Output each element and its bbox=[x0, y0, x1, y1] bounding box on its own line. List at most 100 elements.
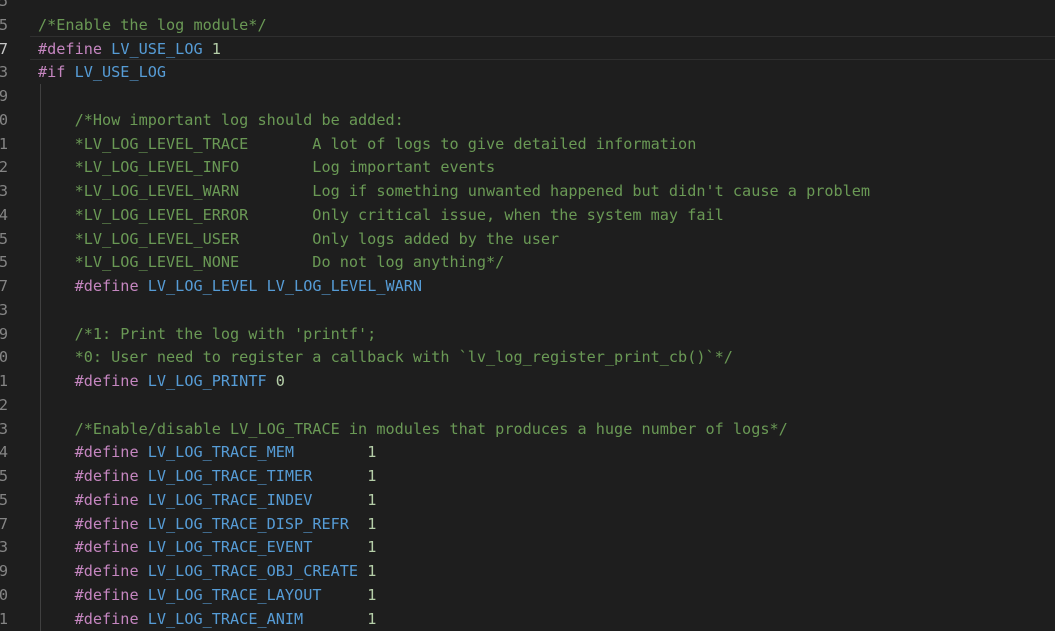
line-code: *LV_LOG_LEVEL_WARN Log if something unwa… bbox=[38, 179, 871, 203]
code-line[interactable]: 5 *LV_LOG_LEVEL_USER Only logs added by … bbox=[0, 227, 1055, 251]
token-ws bbox=[203, 40, 212, 58]
line-code: #define LV_LOG_TRACE_EVENT 1 bbox=[38, 535, 377, 559]
token-macro: LV_LOG_TRACE_TIMER bbox=[147, 467, 313, 485]
code-line[interactable]: 7 #define LV_LOG_TRACE_DISP_REFR 1 bbox=[0, 512, 1055, 536]
token-comment: *LV_LOG_LEVEL_USER Only logs added by th… bbox=[38, 229, 560, 248]
line-number: 3 bbox=[0, 419, 8, 438]
line-number: 4 bbox=[0, 205, 8, 224]
token-num: 1 bbox=[367, 467, 377, 485]
token-ws bbox=[139, 538, 148, 556]
line-number: 0 bbox=[0, 348, 8, 367]
line-code: /*How important log should be added: bbox=[38, 108, 404, 132]
token-macro: LV_LOG_TRACE_EVENT bbox=[147, 538, 313, 557]
code-editor[interactable]: 5 5 /*Enable the log module*/ 7 #define LV_U… bbox=[0, 0, 1055, 631]
code-line[interactable]: 2 bbox=[0, 393, 1055, 417]
token-macro: LV_LOG_PRINTF bbox=[147, 372, 267, 390]
line-number: 3 bbox=[0, 63, 8, 82]
line-number: 1 bbox=[0, 372, 8, 390]
line-number: 2 bbox=[0, 395, 8, 414]
token-directive: #define bbox=[74, 277, 139, 295]
token-ws bbox=[38, 491, 75, 509]
token-num: 1 bbox=[367, 490, 377, 509]
line-number: 1 bbox=[0, 134, 8, 153]
token-ws bbox=[139, 562, 148, 580]
line-number: 5 bbox=[0, 15, 8, 34]
token-ws bbox=[312, 491, 367, 509]
code-line[interactable]: 0 /*How important log should be added: bbox=[0, 108, 1055, 132]
code-line[interactable]: 9 #define LV_LOG_TRACE_OBJ_CREATE 1 bbox=[0, 559, 1055, 583]
token-comment: *LV_LOG_LEVEL_WARN Log if something unwa… bbox=[38, 182, 871, 200]
token-num: 0 bbox=[275, 372, 285, 390]
token-directive: #define bbox=[74, 538, 139, 557]
code-line[interactable]: 1 *LV_LOG_LEVEL_TRACE A lot of logs to g… bbox=[0, 132, 1055, 156]
code-line[interactable]: 5 *LV_LOG_LEVEL_NONE Do not log anything… bbox=[0, 250, 1055, 274]
code-line[interactable]: 4 #define LV_LOG_TRACE_MEM 1 bbox=[0, 440, 1055, 464]
token-macro: LV_LOG_TRACE_LAYOUT bbox=[147, 585, 322, 604]
token-num: 1 bbox=[367, 562, 377, 580]
code-line[interactable]: 5 /*Enable the log module*/ bbox=[0, 13, 1055, 37]
token-ws bbox=[312, 467, 367, 485]
token-ws bbox=[102, 40, 111, 58]
token-num: 1 bbox=[367, 514, 377, 533]
token-comment: *LV_LOG_LEVEL_ERROR Only critical issue,… bbox=[38, 205, 724, 224]
line-code: #define LV_LOG_LEVEL LV_LOG_LEVEL_WARN bbox=[38, 274, 422, 298]
line-code: *0: User need to register a callback wit… bbox=[38, 345, 733, 369]
token-directive: #define bbox=[74, 609, 139, 628]
code-line[interactable]: 3 /*Enable/disable LV_LOG_TRACE in modul… bbox=[0, 417, 1055, 441]
token-ws bbox=[38, 277, 75, 295]
token-comment: *LV_LOG_LEVEL_NONE Do not log anything*/ bbox=[38, 253, 505, 272]
token-ws bbox=[38, 467, 75, 485]
code-line[interactable]: 1 #define LV_LOG_PRINTF 0 bbox=[0, 369, 1055, 393]
line-number: 2 bbox=[0, 158, 8, 177]
line-number: 5 bbox=[0, 229, 8, 248]
line-number: 4 bbox=[0, 443, 8, 462]
code-line[interactable]: 7 #define LV_LOG_LEVEL LV_LOG_LEVEL_WARN bbox=[0, 274, 1055, 298]
line-code: #define LV_LOG_TRACE_LAYOUT 1 bbox=[38, 583, 377, 607]
token-macro: LV_LOG_TRACE_MEM bbox=[147, 443, 295, 462]
line-code: *LV_LOG_LEVEL_TRACE A lot of logs to giv… bbox=[38, 132, 697, 156]
line-code: /*Enable/disable LV_LOG_TRACE in modules… bbox=[38, 417, 788, 441]
token-macro: LV_LOG_TRACE_INDEV bbox=[147, 490, 313, 509]
line-code: #define LV_LOG_TRACE_MEM 1 bbox=[38, 440, 377, 464]
line-number: 5 bbox=[0, 467, 8, 485]
token-ws bbox=[38, 610, 75, 628]
line-code: #define LV_LOG_PRINTF 0 bbox=[38, 369, 285, 393]
code-line[interactable]: 4 *LV_LOG_LEVEL_ERROR Only critical issu… bbox=[0, 203, 1055, 227]
code-line[interactable]: 5 #define LV_LOG_TRACE_INDEV 1 bbox=[0, 488, 1055, 512]
code-line[interactable]: 0 #define LV_LOG_TRACE_LAYOUT 1 bbox=[0, 583, 1055, 607]
code-line[interactable]: 9 bbox=[0, 84, 1055, 108]
token-macro: LV_USE_LOG bbox=[74, 63, 167, 82]
token-macro: LV_USE_LOG bbox=[111, 39, 203, 58]
token-directive: #define bbox=[38, 39, 103, 58]
line-number: 7 bbox=[0, 514, 8, 533]
token-ws bbox=[303, 610, 367, 628]
line-code: #define LV_LOG_TRACE_ANIM 1 bbox=[38, 607, 377, 631]
token-num: 1 bbox=[367, 609, 377, 628]
code-line[interactable]: 3 *LV_LOG_LEVEL_WARN Log if something un… bbox=[0, 179, 1055, 203]
token-comment: /*Enable/disable LV_LOG_TRACE in modules… bbox=[38, 419, 788, 438]
code-line[interactable]: 1 #define LV_LOG_TRACE_ANIM 1 bbox=[0, 607, 1055, 631]
token-ws bbox=[38, 443, 75, 461]
line-code: #define LV_USE_LOG 1 bbox=[38, 37, 221, 61]
code-line[interactable]: 5 #define LV_LOG_TRACE_TIMER 1 bbox=[0, 464, 1055, 488]
code-line[interactable]: 3 #define LV_LOG_TRACE_EVENT 1 bbox=[0, 535, 1055, 559]
token-ws bbox=[139, 277, 148, 295]
code-line[interactable]: 3 #if LV_USE_LOG bbox=[0, 60, 1055, 84]
token-directive: #define bbox=[74, 443, 139, 462]
token-ws bbox=[358, 562, 367, 580]
code-line[interactable]: 3 bbox=[0, 298, 1055, 322]
code-line[interactable]: 9 /*1: Print the log with 'printf'; bbox=[0, 322, 1055, 346]
token-comment: *LV_LOG_LEVEL_INFO Log important events bbox=[38, 158, 496, 177]
token-ws bbox=[139, 372, 148, 390]
code-line[interactable]: 2 *LV_LOG_LEVEL_INFO Log important event… bbox=[0, 155, 1055, 179]
line-code: #define LV_LOG_TRACE_OBJ_CREATE 1 bbox=[38, 559, 377, 583]
token-comment: /*How important log should be added: bbox=[38, 110, 404, 129]
line-code: #define LV_LOG_TRACE_TIMER 1 bbox=[38, 464, 377, 488]
line-code: /*1: Print the log with 'printf'; bbox=[38, 322, 377, 346]
code-line[interactable]: 0 *0: User need to register a callback w… bbox=[0, 345, 1055, 369]
code-line[interactable]: 7 #define LV_USE_LOG 1 bbox=[0, 37, 1055, 61]
code-line[interactable]: 5 bbox=[0, 0, 1055, 13]
token-num: 1 bbox=[211, 39, 221, 58]
line-code: #define LV_LOG_TRACE_DISP_REFR 1 bbox=[38, 512, 377, 536]
token-num: 1 bbox=[367, 585, 377, 604]
